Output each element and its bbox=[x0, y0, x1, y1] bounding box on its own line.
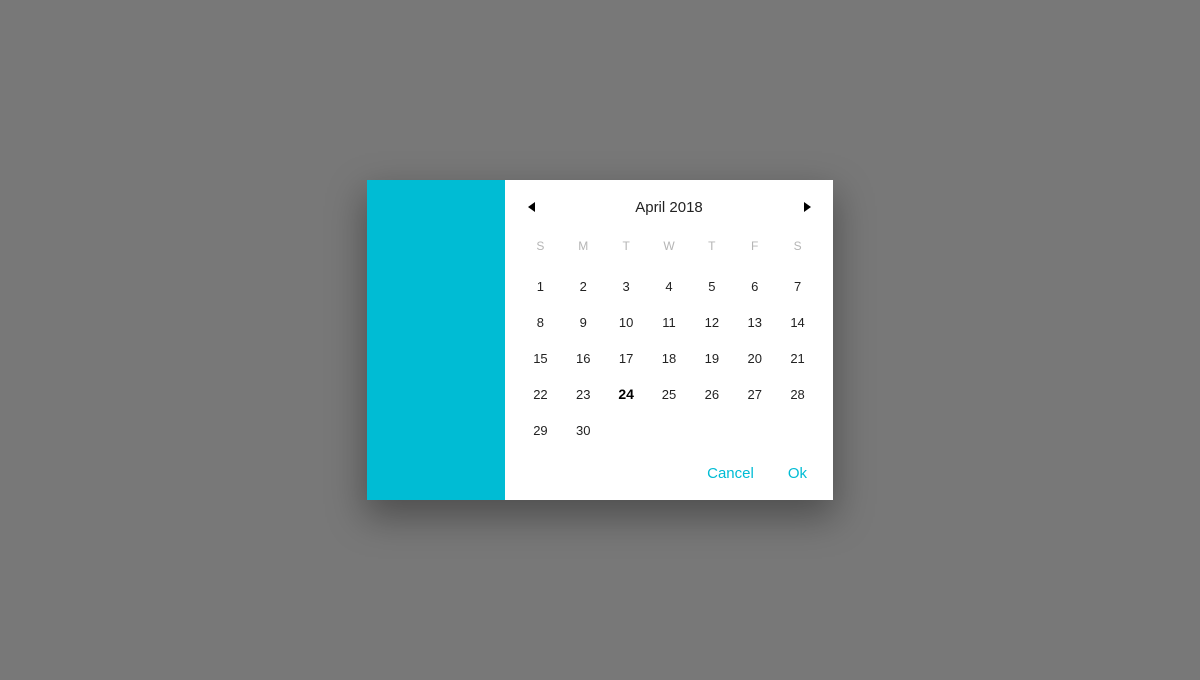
day-cell[interactable]: 10 bbox=[605, 304, 648, 340]
day-cell[interactable]: 21 bbox=[776, 340, 819, 376]
day-cell[interactable]: 5 bbox=[690, 268, 733, 304]
day-cell[interactable]: 11 bbox=[648, 304, 691, 340]
day-cell[interactable]: 29 bbox=[519, 412, 562, 448]
day-of-week-row: SMTWTFS bbox=[519, 234, 819, 258]
day-cell[interactable]: 8 bbox=[519, 304, 562, 340]
day-cell[interactable]: 22 bbox=[519, 376, 562, 412]
day-cell[interactable]: 15 bbox=[519, 340, 562, 376]
day-of-week-label: T bbox=[690, 234, 733, 258]
day-of-week-label: W bbox=[648, 234, 691, 258]
ok-button[interactable]: Ok bbox=[784, 459, 811, 488]
day-cell[interactable]: 23 bbox=[562, 376, 605, 412]
day-cell[interactable]: 25 bbox=[648, 376, 691, 412]
day-cell[interactable]: 6 bbox=[733, 268, 776, 304]
chevron-right-icon bbox=[804, 202, 811, 212]
day-cell[interactable]: 18 bbox=[648, 340, 691, 376]
date-picker-sidebar bbox=[367, 180, 505, 500]
day-cell[interactable]: 1 bbox=[519, 268, 562, 304]
prev-month-button[interactable] bbox=[519, 195, 543, 219]
day-cell[interactable]: 30 bbox=[562, 412, 605, 448]
chevron-left-icon bbox=[528, 202, 535, 212]
day-cell[interactable]: 12 bbox=[690, 304, 733, 340]
calendar-title[interactable]: April 2018 bbox=[543, 199, 795, 216]
day-of-week-label: F bbox=[733, 234, 776, 258]
date-picker: April 2018 SMTWTFS 123456789101112131415… bbox=[367, 180, 833, 500]
calendar-header: April 2018 bbox=[519, 190, 819, 224]
day-cell[interactable]: 7 bbox=[776, 268, 819, 304]
day-cell[interactable]: 2 bbox=[562, 268, 605, 304]
day-cell[interactable]: 3 bbox=[605, 268, 648, 304]
next-month-button[interactable] bbox=[795, 195, 819, 219]
day-cell[interactable]: 28 bbox=[776, 376, 819, 412]
day-today[interactable]: 24 bbox=[605, 376, 648, 412]
day-cell[interactable]: 20 bbox=[733, 340, 776, 376]
day-cell[interactable]: 19 bbox=[690, 340, 733, 376]
day-of-week-label: M bbox=[562, 234, 605, 258]
day-cell[interactable]: 27 bbox=[733, 376, 776, 412]
date-picker-main: April 2018 SMTWTFS 123456789101112131415… bbox=[505, 180, 833, 500]
day-of-week-label: S bbox=[776, 234, 819, 258]
days-grid: 1234567891011121314151617181920212223242… bbox=[519, 268, 819, 448]
action-row: Cancel Ok bbox=[519, 459, 819, 492]
day-cell[interactable]: 17 bbox=[605, 340, 648, 376]
cancel-button[interactable]: Cancel bbox=[703, 459, 758, 488]
day-cell[interactable]: 14 bbox=[776, 304, 819, 340]
day-cell[interactable]: 9 bbox=[562, 304, 605, 340]
day-cell[interactable]: 4 bbox=[648, 268, 691, 304]
day-of-week-label: T bbox=[605, 234, 648, 258]
day-cell[interactable]: 16 bbox=[562, 340, 605, 376]
day-cell[interactable]: 13 bbox=[733, 304, 776, 340]
day-of-week-label: S bbox=[519, 234, 562, 258]
day-cell[interactable]: 26 bbox=[690, 376, 733, 412]
